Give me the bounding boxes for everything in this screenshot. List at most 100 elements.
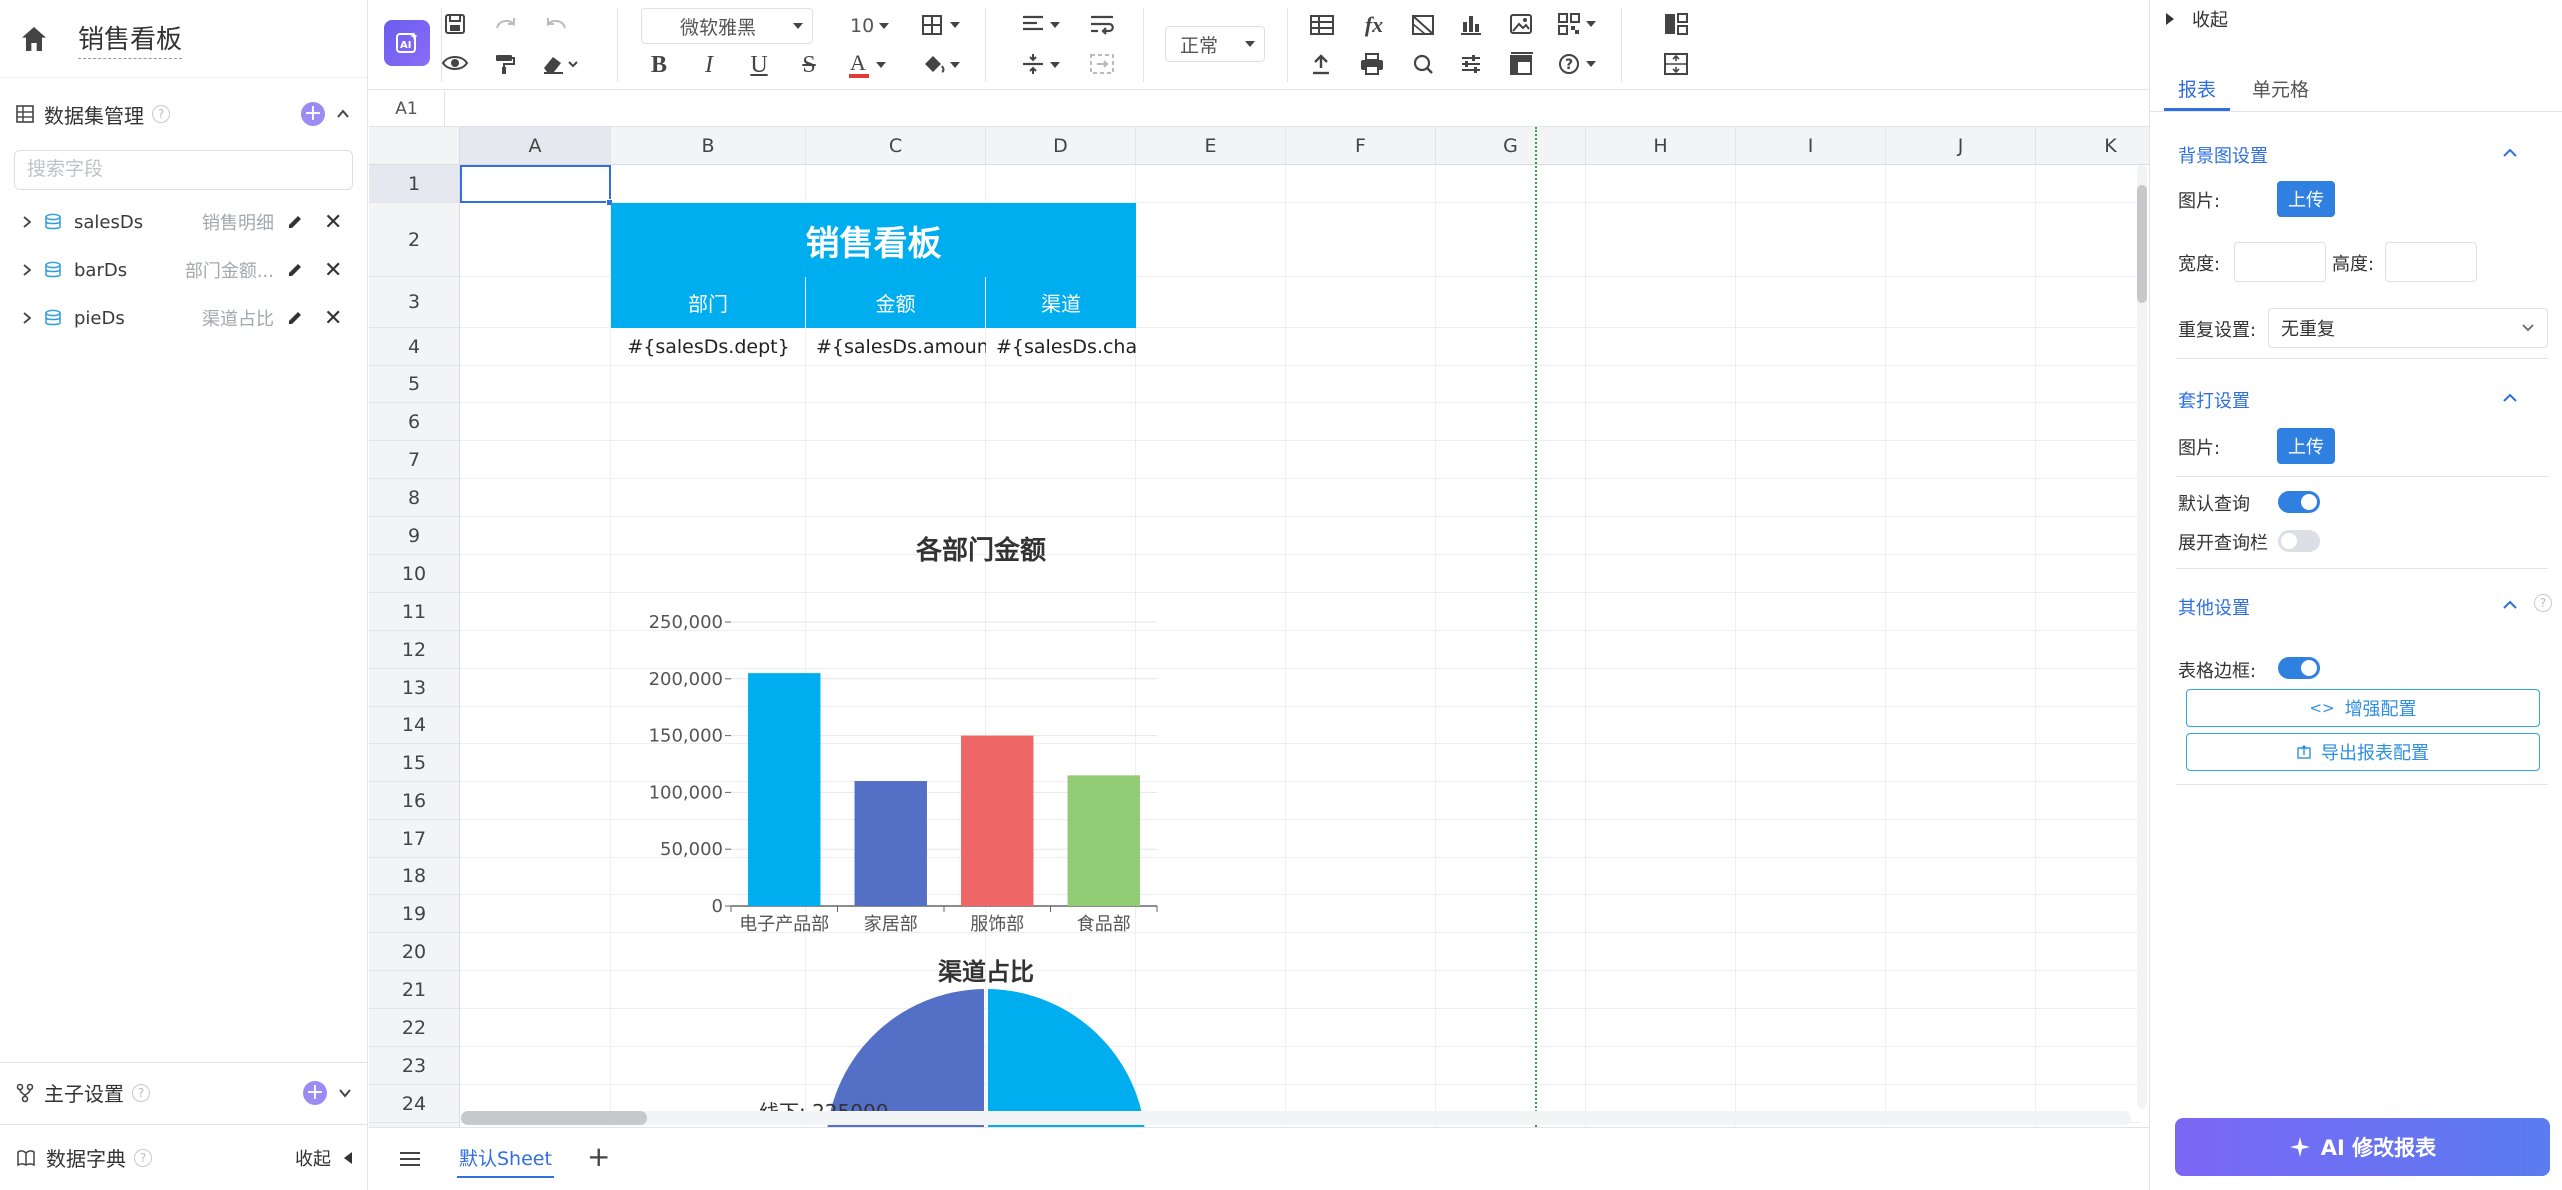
table-header-cell[interactable]: 渠道 xyxy=(986,277,1136,328)
layout-icon[interactable] xyxy=(1663,12,1689,36)
row-header[interactable]: 15 xyxy=(369,744,460,782)
table-field-cell[interactable]: #{salesDs.amoun xyxy=(806,328,986,366)
font-color-icon[interactable]: A xyxy=(847,50,891,80)
table-header-cell[interactable]: 金额 xyxy=(806,277,986,328)
redo-icon[interactable] xyxy=(493,14,519,34)
column-header[interactable]: K xyxy=(2036,127,2149,165)
other-section-title[interactable]: 其他设置 xyxy=(2178,594,2250,620)
spreadsheet-grid[interactable]: A B C D E F G H I J K 1 2 3 4 5 6 7 8 9 10 11 12 13 1… xyxy=(369,127,2149,1127)
row-header[interactable]: 17 xyxy=(369,820,460,858)
border-icon[interactable] xyxy=(921,14,963,36)
selected-cell[interactable] xyxy=(460,165,611,203)
expand-query-toggle[interactable] xyxy=(2278,530,2320,552)
row-header[interactable]: 16 xyxy=(369,782,460,820)
row-header[interactable]: 14 xyxy=(369,707,460,744)
eraser-icon[interactable] xyxy=(541,52,581,76)
image-icon[interactable] xyxy=(1509,12,1533,36)
dataset-item[interactable]: barDs 部门金额... ✕ xyxy=(0,246,367,294)
page-title[interactable]: 销售看板 xyxy=(78,19,183,59)
font-size-select[interactable]: 10 xyxy=(835,8,899,44)
underline-icon[interactable]: U xyxy=(747,50,771,80)
vertical-align-icon[interactable] xyxy=(1021,52,1065,76)
scroll-thumb[interactable] xyxy=(2137,185,2147,303)
default-query-toggle[interactable] xyxy=(2278,491,2320,513)
add-sheet-icon[interactable]: + xyxy=(587,1140,610,1173)
chevron-up-icon[interactable] xyxy=(335,106,351,122)
row-header[interactable]: 9 xyxy=(369,517,460,555)
font-family-select[interactable]: 微软雅黑 xyxy=(641,8,813,44)
vertical-scrollbar[interactable] xyxy=(2137,165,2147,1109)
row-header[interactable]: 5 xyxy=(369,366,460,403)
border-toggle[interactable] xyxy=(2278,657,2320,679)
table-field-cell[interactable]: #{salesDs.cha xyxy=(986,328,1136,366)
field-search[interactable] xyxy=(14,150,353,190)
print-upload-button[interactable]: 上传 xyxy=(2277,428,2335,464)
dataset-item[interactable]: salesDs 销售明细 ✕ xyxy=(0,198,367,246)
horizontal-scrollbar[interactable] xyxy=(461,1111,2131,1125)
chevron-up-icon[interactable] xyxy=(2502,391,2518,403)
export-config-button[interactable]: 导出报表配置 xyxy=(2186,733,2540,771)
row-header[interactable]: 8 xyxy=(369,479,460,517)
cell-reference[interactable]: A1 xyxy=(369,91,445,126)
collapse-right-toggle[interactable]: 收起 xyxy=(2150,0,2562,38)
preview-eye-icon[interactable] xyxy=(441,52,469,74)
row-header[interactable]: 4 xyxy=(369,328,460,366)
row-header[interactable]: 21 xyxy=(369,971,460,1009)
dataset-item[interactable]: pieDs 渠道占比 ✕ xyxy=(0,294,367,342)
edit-icon[interactable] xyxy=(286,309,304,327)
column-header[interactable]: H xyxy=(1586,127,1736,165)
undo-icon[interactable] xyxy=(543,14,569,34)
column-header[interactable]: A xyxy=(460,127,611,165)
chevron-right-icon[interactable] xyxy=(20,263,34,277)
column-header[interactable]: D xyxy=(986,127,1136,165)
function-icon[interactable]: fx xyxy=(1359,10,1389,40)
width-input[interactable] xyxy=(2234,242,2326,282)
format-painter-icon[interactable] xyxy=(493,52,517,76)
select-all-corner[interactable] xyxy=(369,127,460,165)
ai-modify-report-button[interactable]: AI 修改报表 xyxy=(2175,1118,2550,1176)
sheet-tab-active[interactable]: 默认Sheet xyxy=(457,1142,554,1178)
align-left-icon[interactable] xyxy=(1021,14,1065,36)
subreport-settings[interactable]: 主子设置 ? + xyxy=(0,1062,367,1122)
home-icon[interactable] xyxy=(18,23,50,55)
print-icon[interactable] xyxy=(1359,52,1385,76)
freeze-icon[interactable] xyxy=(1509,52,1535,76)
strikethrough-icon[interactable]: S xyxy=(797,50,821,80)
help-icon[interactable]: ? xyxy=(152,105,170,123)
help-circle-icon[interactable]: ? xyxy=(1557,52,1599,76)
row-header[interactable]: 18 xyxy=(369,858,460,895)
zoom-mode-select[interactable]: 正常 xyxy=(1165,26,1265,62)
chevron-up-icon[interactable] xyxy=(2502,598,2518,610)
slash-cell-icon[interactable] xyxy=(1411,14,1435,36)
row-header[interactable]: 11 xyxy=(369,593,460,631)
tab-report[interactable]: 报表 xyxy=(2164,70,2231,111)
search-icon[interactable] xyxy=(1411,52,1435,76)
repeat-select[interactable]: 无重复 xyxy=(2268,308,2548,348)
wrap-text-icon[interactable] xyxy=(1089,14,1115,36)
chevron-right-icon[interactable] xyxy=(20,311,34,325)
caret-left-icon[interactable] xyxy=(341,1150,355,1166)
row-header[interactable]: 2 xyxy=(369,203,460,277)
italic-icon[interactable]: I xyxy=(697,50,721,80)
table-icon[interactable] xyxy=(1309,14,1335,36)
chart-icon[interactable] xyxy=(1459,12,1483,36)
enhance-config-button[interactable]: <> 增强配置 xyxy=(2186,689,2540,727)
column-header[interactable]: J xyxy=(1886,127,2036,165)
help-icon[interactable]: ? xyxy=(132,1083,150,1102)
row-header[interactable]: 23 xyxy=(369,1047,460,1085)
help-icon[interactable]: ? xyxy=(2534,594,2552,612)
sliders-icon[interactable] xyxy=(1459,52,1483,76)
bg-section-title[interactable]: 背景图设置 xyxy=(2178,142,2268,168)
help-icon[interactable]: ? xyxy=(134,1148,152,1167)
chevron-down-icon[interactable] xyxy=(337,1085,353,1101)
report-title-cell[interactable]: 销售看板 xyxy=(611,203,1136,277)
print-section-title[interactable]: 套打设置 xyxy=(2178,387,2250,413)
expand-icon[interactable] xyxy=(1663,52,1689,76)
ai-assistant-button[interactable]: AI xyxy=(384,20,430,66)
row-header[interactable]: 19 xyxy=(369,895,460,933)
edit-icon[interactable] xyxy=(286,213,304,231)
merge-cells-icon[interactable] xyxy=(1089,52,1115,76)
row-header[interactable]: 20 xyxy=(369,933,460,971)
row-header[interactable]: 22 xyxy=(369,1009,460,1047)
bg-upload-button[interactable]: 上传 xyxy=(2277,181,2335,217)
